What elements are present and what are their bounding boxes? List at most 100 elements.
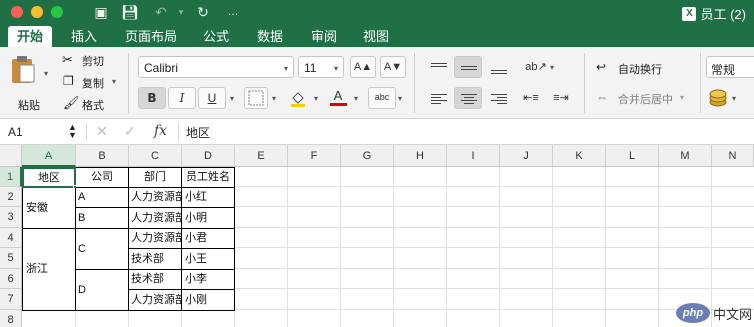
cell-b4-company[interactable]: C (76, 229, 129, 270)
align-bottom-button[interactable] (484, 56, 512, 78)
column-header-n[interactable]: N (712, 145, 754, 167)
row-header-4[interactable]: 4 (0, 228, 22, 248)
orientation-button[interactable]: ab↗ (522, 56, 550, 78)
font-color-dropdown-icon[interactable]: ▾ (354, 94, 358, 103)
cell-b3-company[interactable]: B (76, 208, 129, 229)
increase-indent-button[interactable]: ≡⇥ (548, 87, 574, 109)
redo-icon[interactable]: ↻ (194, 3, 212, 21)
tab-view[interactable]: 视图 (358, 26, 394, 47)
cell-d5-name[interactable]: 小王 (182, 249, 235, 270)
cell-c5-department[interactable]: 技术部 (129, 249, 182, 270)
font-name-select[interactable]: Calibri ▾ (138, 56, 294, 78)
borders-button[interactable] (244, 87, 268, 109)
column-header-h[interactable]: H (394, 145, 447, 167)
cell-d6-name[interactable]: 小李 (182, 270, 235, 290)
cell-c2-department[interactable]: 人力资源部 (129, 188, 182, 208)
number-format-select[interactable]: 常规 (706, 56, 754, 78)
align-middle-button[interactable] (454, 56, 482, 78)
row-header-7[interactable]: 7 (0, 289, 22, 310)
select-all-button[interactable] (0, 145, 22, 167)
cell-c1-header[interactable]: 部门 (129, 167, 182, 188)
align-left-button[interactable] (424, 87, 452, 109)
sidebar-toggle-icon[interactable]: ▣ (92, 3, 110, 21)
column-header-l[interactable]: L (606, 145, 659, 167)
underline-button[interactable]: U (198, 87, 226, 109)
phonetic-dropdown-icon[interactable]: ▾ (398, 94, 402, 103)
column-header-j[interactable]: J (500, 145, 553, 167)
font-size-select[interactable]: 11 ▾ (298, 56, 344, 78)
column-header-f[interactable]: F (288, 145, 341, 167)
cell-c7-department[interactable]: 人力资源部 (129, 290, 182, 311)
confirm-entry-icon[interactable]: ✓ (124, 123, 136, 140)
borders-dropdown-icon[interactable]: ▾ (272, 94, 276, 103)
row-header-6[interactable]: 6 (0, 269, 22, 289)
cell-d4-name[interactable]: 小君 (182, 229, 235, 249)
format-painter-button[interactable]: 🖌︎ 格式 (62, 95, 122, 113)
cell-a4-region[interactable]: 浙江 (22, 229, 76, 311)
cell-b2-company[interactable]: A (76, 188, 129, 208)
tab-formulas[interactable]: 公式 (198, 26, 234, 47)
align-center-button[interactable] (454, 87, 482, 109)
minimize-window-button[interactable] (31, 6, 43, 18)
phonetic-button[interactable]: abc (368, 87, 396, 109)
cell-d2-name[interactable]: 小红 (182, 188, 235, 208)
fill-color-dropdown-icon[interactable]: ▾ (314, 94, 318, 103)
insert-function-button[interactable]: fx (154, 123, 167, 139)
row-header-3[interactable]: 3 (0, 207, 22, 228)
copy-button[interactable]: ❐ 复制 ▾ (62, 73, 122, 91)
align-right-button[interactable] (484, 87, 512, 109)
undo-icon[interactable]: ↶ (152, 3, 170, 21)
cut-button[interactable]: ✂ 剪切 (62, 51, 122, 69)
cell-d7-name[interactable]: 小刚 (182, 290, 235, 311)
cell-b1-header[interactable]: 公司 (76, 167, 129, 188)
row-header-5[interactable]: 5 (0, 248, 22, 269)
cell-d1-header[interactable]: 员工姓名 (182, 167, 235, 188)
paste-button[interactable]: ▾ 粘贴 (6, 53, 48, 112)
formula-input[interactable]: 地区 (186, 124, 746, 142)
cell-d3-name[interactable]: 小明 (182, 208, 235, 229)
worksheet-grid[interactable]: A B C D E F G H I J K L M N 1 2 3 4 5 6 … (0, 145, 754, 327)
underline-dropdown-icon[interactable]: ▾ (230, 94, 234, 103)
cancel-entry-icon[interactable]: ✕ (96, 123, 108, 140)
column-header-c[interactable]: C (129, 145, 182, 167)
column-header-g[interactable]: G (341, 145, 394, 167)
tab-review[interactable]: 审阅 (306, 26, 342, 47)
align-top-button[interactable] (424, 56, 452, 78)
shrink-font-button[interactable]: A▼ (380, 56, 406, 78)
column-header-b[interactable]: B (76, 145, 129, 167)
zoom-window-button[interactable] (51, 6, 63, 18)
cell-b6-company[interactable]: D (76, 270, 129, 311)
decrease-indent-button[interactable]: ⇤≡ (518, 87, 544, 109)
row-header-2[interactable]: 2 (0, 187, 22, 207)
font-color-button[interactable]: A (326, 87, 350, 109)
name-box-stepper-icon[interactable]: ▲ ▼ (68, 123, 77, 140)
cell-c6-department[interactable]: 技术部 (129, 270, 182, 290)
tab-insert[interactable]: 插入 (66, 26, 102, 47)
tab-data[interactable]: 数据 (252, 26, 288, 47)
row-header-8[interactable]: 8 (0, 310, 22, 327)
column-header-k[interactable]: K (553, 145, 606, 167)
merge-center-button[interactable]: ⇔ 合并后居中 ▾ (596, 89, 692, 107)
bold-button[interactable]: B (138, 87, 166, 109)
close-window-button[interactable] (11, 6, 23, 18)
tab-home[interactable]: 开始 (8, 26, 52, 47)
cell-c3-department[interactable]: 人力资源部 (129, 208, 182, 229)
italic-button[interactable]: I (168, 87, 196, 109)
row-header-1[interactable]: 1 (0, 167, 22, 187)
column-header-d[interactable]: D (182, 145, 235, 167)
cell-c4-department[interactable]: 人力资源部 (129, 229, 182, 249)
tab-page-layout[interactable]: 页面布局 (120, 26, 182, 47)
more-icon[interactable]: … (224, 3, 242, 21)
column-header-e[interactable]: E (235, 145, 288, 167)
column-header-a[interactable]: A (22, 145, 76, 167)
save-icon[interactable]: 💾︎ (121, 3, 139, 21)
undo-dropdown-icon[interactable]: ▾ (172, 3, 190, 21)
column-header-i[interactable]: I (447, 145, 500, 167)
fill-color-button[interactable] (286, 87, 310, 109)
accounting-format-button[interactable]: ▾ (708, 87, 748, 109)
wrap-text-button[interactable]: ↩︎ 自动换行 (596, 59, 676, 77)
cell-a1-header[interactable]: 地区 (22, 167, 76, 188)
cell-a2-region[interactable]: 安徽 (22, 188, 76, 229)
orientation-dropdown-icon[interactable]: ▾ (550, 63, 554, 72)
column-header-m[interactable]: M (659, 145, 712, 167)
